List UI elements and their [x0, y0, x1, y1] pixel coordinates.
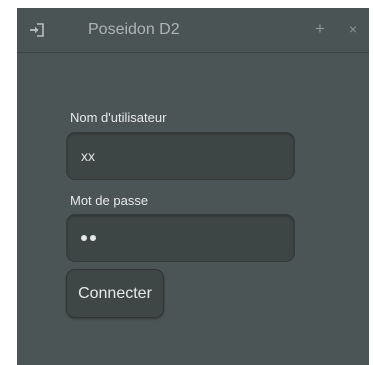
- password-field[interactable]: [66, 214, 295, 262]
- password-dot: [81, 235, 87, 241]
- login-icon: [29, 22, 45, 38]
- plus-icon[interactable]: +: [311, 18, 329, 40]
- window-title: Poseidon D2: [88, 21, 180, 38]
- password-label: Mot de passe: [70, 193, 149, 208]
- username-label: Nom d'utilisateur: [70, 110, 167, 125]
- username-field[interactable]: [66, 132, 295, 180]
- connect-button[interactable]: Connecter: [66, 269, 164, 318]
- password-dot: [90, 235, 96, 241]
- close-icon[interactable]: ×: [344, 18, 362, 40]
- window-titlebar: Poseidon D2 + ×: [17, 8, 369, 53]
- login-window: Poseidon D2 + × Nom d'utilisateur Mot de…: [17, 8, 369, 365]
- password-mask: [81, 228, 96, 248]
